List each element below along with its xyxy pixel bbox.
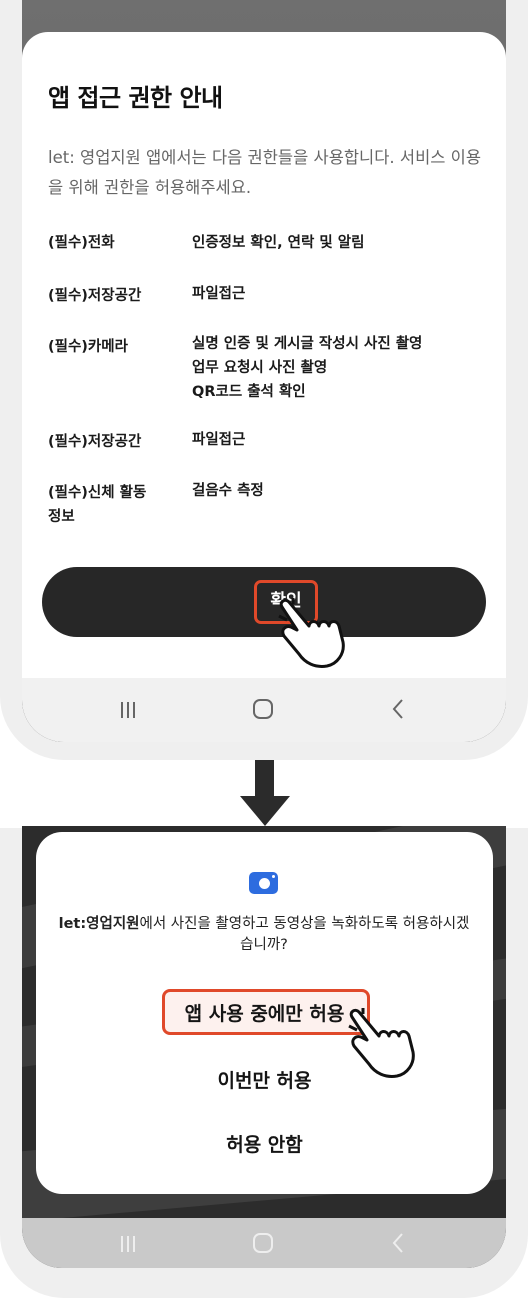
- camera-lens: [259, 878, 270, 889]
- down-arrow-shaft: [255, 760, 274, 798]
- permission-label-camera: (필수)카메라: [48, 339, 128, 355]
- deny-button[interactable]: 허용 안함: [36, 1130, 493, 1157]
- back-icon[interactable]: [390, 1232, 406, 1254]
- sheet-description: let: 영업지원 앱에서는 다음 권한들을 사용합니다. 서비스 이용을 위해…: [48, 148, 482, 197]
- phone-screen-top: 앱 접근 권한 안내 let: 영업지원 앱에서는 다음 권한들을 사용합니다.…: [22, 0, 506, 742]
- hand-pointer-icon: [348, 1008, 415, 1078]
- down-arrow-icon: [240, 796, 290, 826]
- back-icon[interactable]: [390, 698, 406, 720]
- home-icon[interactable]: [252, 698, 274, 720]
- permission-value-physical: 걸음수 측정: [192, 483, 264, 499]
- permission-label-storage: (필수)저장공간: [48, 288, 142, 304]
- navigation-bar-top: [22, 678, 506, 742]
- permission-value-storage-2: 파일접근: [192, 432, 246, 448]
- allow-once-button[interactable]: 이번만 허용: [36, 1066, 493, 1093]
- permission-label-phone: (필수)전화: [48, 235, 115, 251]
- dialog-app-name: let:영업지원: [58, 916, 140, 932]
- navigation-bar-bottom: [22, 1218, 506, 1268]
- permission-value-storage: 파일접근: [192, 286, 246, 302]
- dialog-message: let:영업지원에서 사진을 촬영하고 동영상을 녹화하도록 허용하시겠습니까?: [52, 914, 476, 956]
- hand-pointer-icon: [278, 598, 345, 668]
- sheet-title: 앱 접근 권한 안내: [48, 84, 223, 112]
- recent-apps-icon[interactable]: [118, 700, 138, 720]
- camera-flash: [272, 875, 275, 878]
- permission-label-storage-2: (필수)저장공간: [48, 434, 142, 450]
- permission-value-camera: 실명 인증 및 게시글 작성시 사진 촬영 업무 요청시 사진 촬영 QR코드 …: [192, 336, 423, 400]
- allow-while-using-button[interactable]: 앱 사용 중에만 허용: [36, 999, 493, 1026]
- dialog-message-text: 에서 사진을 촬영하고 동영상을 녹화하도록 허용하시겠습니까?: [139, 916, 470, 953]
- permission-label-physical: (필수)신체 활동 정보: [48, 485, 147, 525]
- home-icon[interactable]: [252, 1232, 274, 1254]
- recent-apps-icon[interactable]: [118, 1234, 138, 1254]
- permission-value-phone: 인증정보 확인, 연락 및 알림: [192, 235, 365, 251]
